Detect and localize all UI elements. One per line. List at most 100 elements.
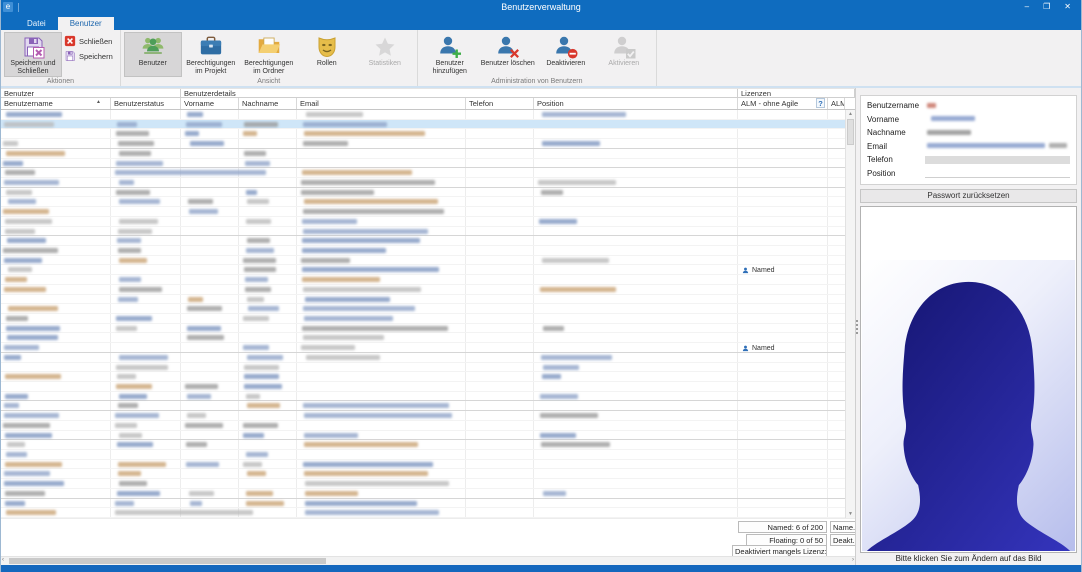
horizontal-scrollbar[interactable]: ‹ › bbox=[1, 556, 855, 565]
table-row[interactable] bbox=[1, 168, 845, 178]
table-row[interactable] bbox=[1, 178, 845, 188]
redacted-text bbox=[243, 462, 262, 467]
table-row[interactable] bbox=[1, 304, 845, 314]
pane-splitter[interactable] bbox=[856, 320, 859, 334]
field-value-vorname[interactable] bbox=[925, 114, 1070, 124]
column-header-benutzerstatus[interactable]: Benutzerstatus bbox=[111, 98, 181, 109]
column-header-telefon[interactable]: Telefon bbox=[466, 98, 534, 109]
redacted-text bbox=[116, 131, 149, 136]
redacted-text bbox=[243, 258, 276, 263]
tab-benutzer[interactable]: Benutzer bbox=[58, 17, 114, 30]
table-row[interactable]: Named bbox=[1, 343, 845, 353]
table-row[interactable] bbox=[1, 440, 845, 450]
ribbon-button-speichern[interactable]: Speichern bbox=[64, 50, 113, 62]
ribbon-button-deaktivieren[interactable]: Deaktivieren bbox=[537, 32, 595, 77]
license-named-cell: Named bbox=[742, 265, 775, 275]
table-row[interactable] bbox=[1, 295, 845, 305]
vertical-scroll-thumb[interactable] bbox=[847, 119, 854, 145]
table-row[interactable] bbox=[1, 236, 845, 246]
table-row[interactable] bbox=[1, 197, 845, 207]
horizontal-scroll-thumb[interactable] bbox=[9, 558, 326, 564]
field-value-telefon[interactable] bbox=[925, 156, 1070, 164]
table-row[interactable] bbox=[1, 489, 845, 499]
ribbon-button-benutzer-hinzuf-gen[interactable]: Benutzer hinzufügen bbox=[421, 32, 479, 77]
table-row[interactable] bbox=[1, 450, 845, 460]
table-row[interactable]: Named bbox=[1, 265, 845, 275]
restore-button[interactable]: ❐ bbox=[1043, 0, 1050, 14]
column-header-benutzername[interactable]: Benutzername▲ bbox=[1, 98, 111, 109]
ribbon-button-berechtigungen-im-ordner[interactable]: Berechtigungen im Ordner bbox=[240, 32, 298, 77]
column-header-vorname[interactable]: Vorname bbox=[181, 98, 239, 109]
table-row[interactable] bbox=[1, 401, 845, 411]
table-row[interactable] bbox=[1, 411, 845, 421]
scroll-left-icon[interactable]: ‹ bbox=[2, 557, 4, 563]
table-row[interactable] bbox=[1, 227, 845, 237]
table-row[interactable] bbox=[1, 421, 845, 431]
redacted-text bbox=[185, 131, 199, 136]
scroll-up-icon[interactable]: ▲ bbox=[846, 111, 855, 117]
table-row[interactable] bbox=[1, 188, 845, 198]
column-header-nachname[interactable]: Nachname bbox=[239, 98, 297, 109]
field-value-position[interactable] bbox=[925, 168, 1070, 178]
column-header-position[interactable]: Position bbox=[534, 98, 738, 109]
close-button[interactable]: ✕ bbox=[1064, 0, 1071, 14]
table-row[interactable] bbox=[1, 217, 845, 227]
field-label-email: Email bbox=[867, 142, 925, 151]
form-row-benutzername: Benutzername bbox=[867, 99, 1070, 113]
table-row[interactable] bbox=[1, 149, 845, 159]
table-row[interactable] bbox=[1, 275, 845, 285]
field-value-email[interactable] bbox=[925, 141, 1070, 151]
redacted-text bbox=[187, 112, 202, 117]
table-row[interactable] bbox=[1, 499, 845, 509]
table-row[interactable] bbox=[1, 479, 845, 489]
table-row[interactable] bbox=[1, 120, 845, 130]
table-row[interactable] bbox=[1, 207, 845, 217]
table-row[interactable] bbox=[1, 460, 845, 470]
redacted-text bbox=[245, 161, 270, 166]
license-help-icon[interactable]: ? bbox=[816, 98, 825, 108]
form-row-nachname: Nachname bbox=[867, 126, 1070, 140]
table-row[interactable] bbox=[1, 392, 845, 402]
ribbon-button-rollen[interactable]: Rollen bbox=[298, 32, 356, 77]
minimize-button[interactable]: – bbox=[1025, 0, 1029, 14]
column-header-alm-ohne[interactable]: ALM- ohne bbox=[828, 98, 845, 109]
ribbon-button-speichern-und-schlie-en[interactable]: Speichern und Schließen bbox=[4, 32, 62, 77]
tab-datei[interactable]: Datei bbox=[15, 17, 58, 30]
column-header-alm-ohne-agile[interactable]: ALM - ohne Agile? bbox=[738, 98, 828, 109]
field-label-benutzername: Benutzername bbox=[867, 101, 925, 110]
redacted-text bbox=[6, 151, 65, 156]
redacted-text bbox=[7, 238, 46, 243]
scroll-right-icon[interactable]: › bbox=[852, 557, 854, 563]
ribbon-button-berechtigungen-im-projekt[interactable]: Berechtigungen im Projekt bbox=[182, 32, 240, 77]
redacted-text bbox=[115, 413, 159, 418]
table-row[interactable] bbox=[1, 431, 845, 441]
table-row[interactable] bbox=[1, 129, 845, 139]
table-row[interactable] bbox=[1, 139, 845, 149]
scroll-down-icon[interactable]: ▼ bbox=[846, 511, 855, 517]
table-row[interactable] bbox=[1, 159, 845, 169]
table-row[interactable] bbox=[1, 382, 845, 392]
table-row[interactable] bbox=[1, 372, 845, 382]
ribbon-button-schlie-en[interactable]: Schließen bbox=[64, 35, 113, 47]
table-row[interactable] bbox=[1, 353, 845, 363]
table-row[interactable] bbox=[1, 110, 845, 120]
table-row[interactable] bbox=[1, 333, 845, 343]
ribbon-button-benutzer[interactable]: Benutzer bbox=[124, 32, 182, 77]
reset-password-button[interactable]: Passwort zurücksetzen bbox=[860, 189, 1077, 203]
grid-body[interactable]: ▲ ▼ Named Named bbox=[1, 110, 855, 518]
table-row[interactable] bbox=[1, 246, 845, 256]
field-value-benutzername[interactable] bbox=[925, 101, 1070, 111]
column-header-email[interactable]: Email bbox=[297, 98, 466, 109]
vertical-scrollbar[interactable]: ▲ ▼ bbox=[845, 110, 855, 518]
table-row[interactable] bbox=[1, 256, 845, 266]
table-row[interactable] bbox=[1, 508, 845, 518]
table-row[interactable] bbox=[1, 324, 845, 334]
ribbon-button-benutzer-l-schen[interactable]: Benutzer löschen bbox=[479, 32, 537, 77]
redacted-text bbox=[116, 316, 152, 321]
table-row[interactable] bbox=[1, 314, 845, 324]
table-row[interactable] bbox=[1, 469, 845, 479]
user-photo[interactable] bbox=[860, 206, 1077, 553]
field-value-nachname[interactable] bbox=[925, 128, 1070, 138]
table-row[interactable] bbox=[1, 285, 845, 295]
table-row[interactable] bbox=[1, 363, 845, 373]
